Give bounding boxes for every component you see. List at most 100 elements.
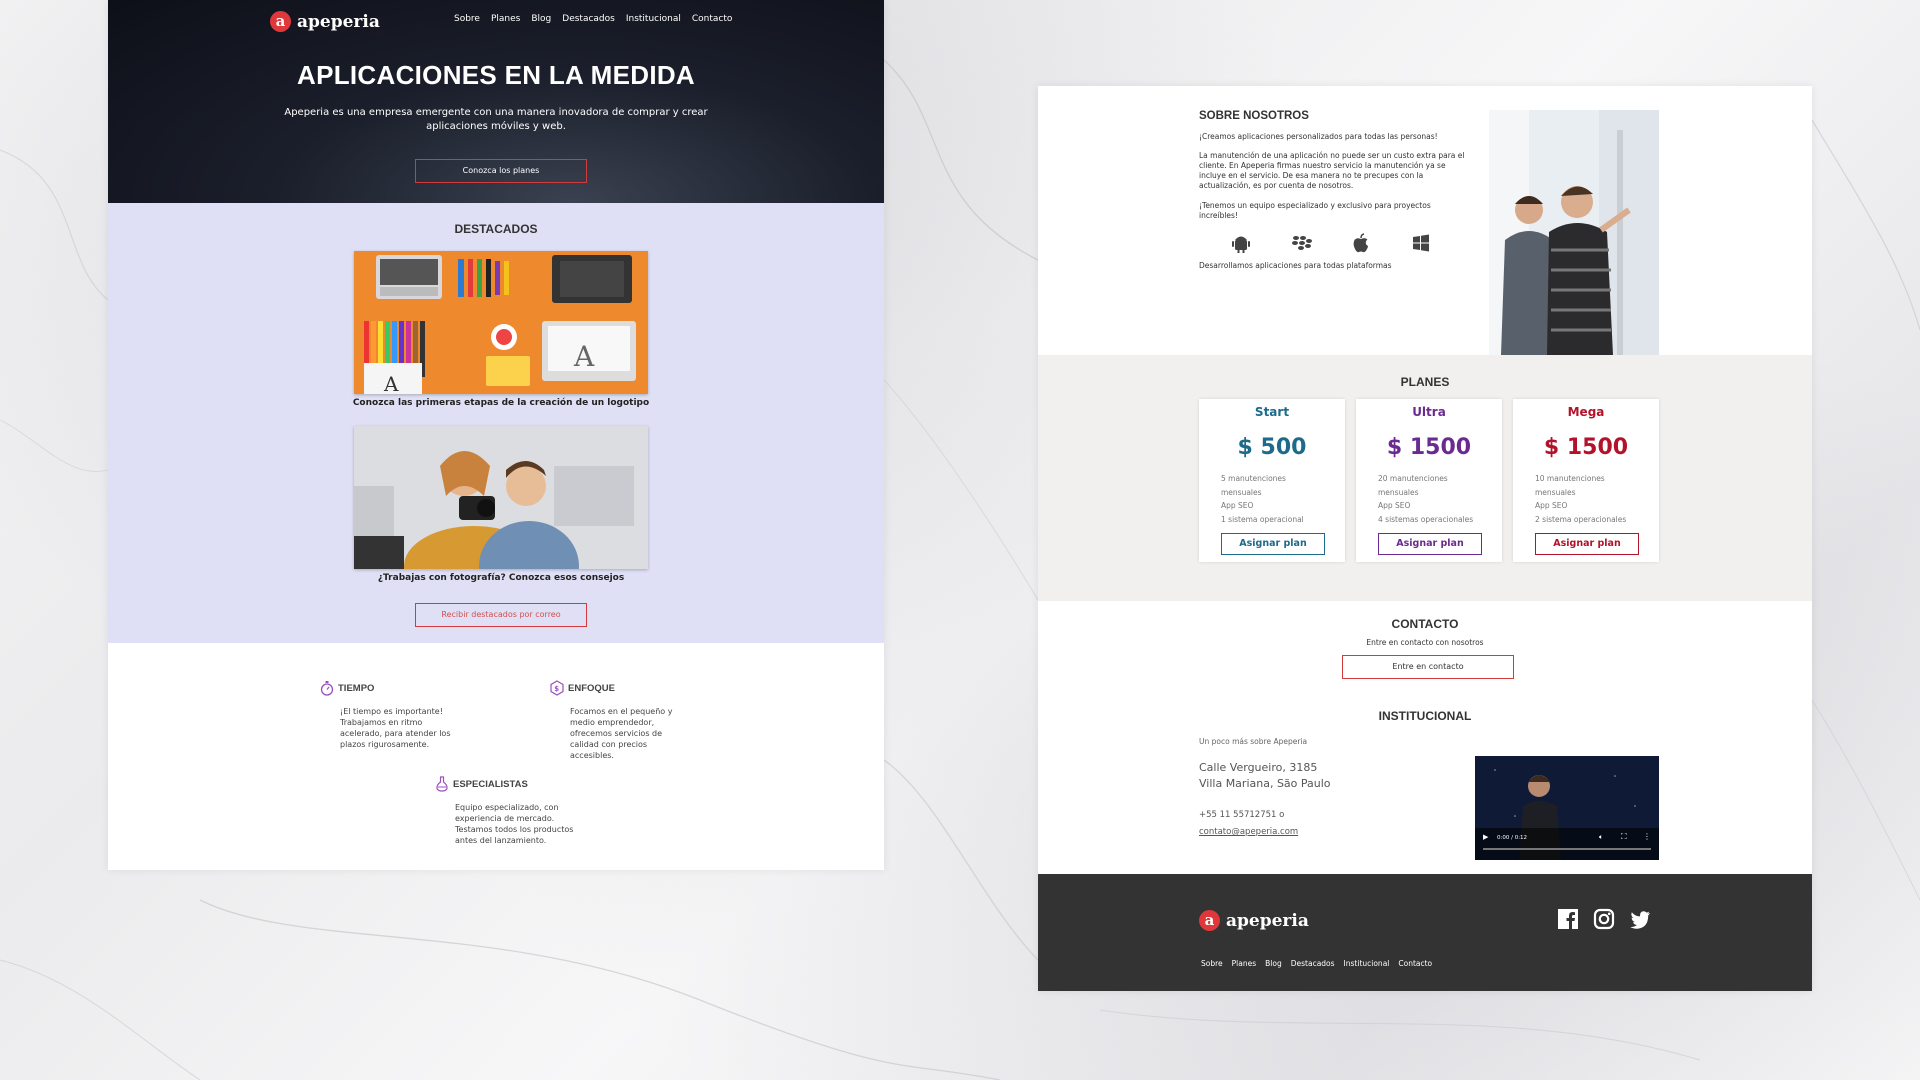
plan-feature: App SEO — [1221, 501, 1254, 510]
plan-feature: 20 manutenciones — [1378, 474, 1448, 483]
feature-enfoque: $ ENFOQUE Focamos en el pequeño y medio … — [550, 680, 690, 761]
plan-feature: mensuales — [1221, 487, 1262, 497]
destacado-caption-fotografia[interactable]: ¿Trabajas con fotografía? Conozca esos c… — [314, 573, 688, 583]
recibir-destacados-button[interactable]: Recibir destacados por correo — [415, 603, 587, 627]
plan-price: $ 1500 — [1543, 435, 1629, 460]
phone: +55 11 55712751 o — [1199, 810, 1285, 820]
address-line-1: Calle Vergueiro, 3185 — [1199, 761, 1318, 774]
cta-conozca-planes-button[interactable]: Conozca los planes — [415, 159, 587, 183]
institutional-subtitle: Un poco más sobre Apeperia — [1199, 737, 1308, 746]
social-links — [1557, 908, 1651, 930]
nav-item-destacados[interactable]: Destacados — [562, 14, 615, 24]
fullscreen-icon[interactable]: ⛶ — [1621, 832, 1627, 842]
footer-nav-item-institucional[interactable]: Institucional — [1344, 959, 1390, 968]
instagram-icon[interactable] — [1593, 908, 1615, 930]
footer-nav-item-sobre[interactable]: Sobre — [1201, 959, 1223, 968]
nav-item-sobre[interactable]: Sobre — [454, 14, 480, 24]
right-page-preview: SOBRE NOSOTROS ¡Creamos aplicaciones per… — [1038, 86, 1812, 991]
plan-features: 5 manutenciones mensuales App SEO 1 sist… — [1221, 472, 1304, 526]
logo-design-thumbnail[interactable]: A A — [354, 251, 648, 394]
platform-icons — [1230, 232, 1432, 254]
more-options-icon[interactable]: ⋮ — [1643, 832, 1651, 841]
plan-price: $ 500 — [1237, 435, 1307, 460]
asignar-plan-ultra-button[interactable]: Asignar plan — [1378, 533, 1482, 555]
hero-section: a apeperia Sobre Planes Blog Destacados … — [108, 0, 884, 203]
about-paragraph-1: ¡Creamos aplicaciones personalizados par… — [1199, 132, 1438, 141]
plans-section: PLANES Start $ 500 5 manutenciones mensu… — [1038, 355, 1812, 601]
windows-icon — [1413, 234, 1429, 252]
footer-logo[interactable]: a apeperia — [1199, 910, 1309, 931]
svg-text:A: A — [573, 340, 595, 373]
address: Calle Vergueiro, 3185 Villa Mariana, São… — [1199, 760, 1331, 792]
plan-feature: App SEO — [1535, 501, 1568, 510]
nav-item-planes[interactable]: Planes — [491, 14, 520, 24]
blackberry-icon — [1292, 236, 1312, 250]
platforms-caption: Desarrollamos aplicaciones para todas pl… — [1199, 261, 1392, 270]
logo-text: apeperia — [297, 11, 380, 32]
plan-feature: mensuales — [1378, 487, 1419, 497]
feature-text: ¡El tiempo es importante! Trabajamos en … — [340, 707, 451, 749]
plan-features: 10 manutenciones mensuales App SEO 2 sis… — [1535, 472, 1626, 526]
footer-nav-item-blog[interactable]: Blog — [1265, 959, 1282, 968]
plan-price: $ 1500 — [1386, 435, 1472, 460]
top-nav: Sobre Planes Blog Destacados Institucion… — [454, 14, 732, 24]
footer-nav-item-planes[interactable]: Planes — [1232, 959, 1256, 968]
feature-title: ESPECIALISTAS — [453, 778, 528, 790]
stopwatch-icon — [320, 681, 334, 696]
institutional-title: INSTITUCIONAL — [1378, 709, 1472, 723]
feature-especialistas: ESPECIALISTAS Equipo especializado, con … — [435, 776, 575, 846]
plan-feature: 2 sistema operacionales — [1535, 514, 1627, 524]
hero-subtitle: Apeperia es una empresa emergente con un… — [284, 107, 708, 132]
nav-item-institucional[interactable]: Institucional — [626, 14, 681, 24]
twitter-icon[interactable] — [1629, 908, 1651, 930]
plan-card-start: Start $ 500 5 manutenciones mensuales Ap… — [1199, 399, 1345, 562]
svg-text:$: $ — [554, 685, 559, 693]
plans-title: PLANES — [1400, 375, 1450, 389]
contact-subtitle: Entre en contacto con nosotros — [1366, 638, 1484, 647]
play-icon[interactable]: ▶ — [1483, 833, 1488, 841]
footer-nav: Sobre Planes Blog Destacados Institucion… — [1201, 959, 1432, 968]
video-player[interactable]: ▶ 0:00 / 0:12 🔈︎ ⛶ ⋮ — [1475, 756, 1659, 860]
video-time: 0:00 / 0:12 — [1497, 835, 1528, 841]
asignar-plan-start-button[interactable]: Asignar plan — [1221, 533, 1325, 555]
plan-name: Mega — [1567, 405, 1605, 419]
entre-en-contacto-button[interactable]: Entre en contacto — [1342, 655, 1514, 679]
contact-title: CONTACTO — [1391, 617, 1459, 631]
apple-icon — [1353, 233, 1368, 253]
about-paragraph-3: ¡Tenemos un equipo especializado y exclu… — [1199, 201, 1431, 220]
email-link[interactable]: contato@apeperia.com — [1199, 827, 1298, 837]
plan-feature: mensuales — [1535, 487, 1576, 497]
about-title: SOBRE NOSOTROS — [1199, 110, 1309, 122]
plan-feature: 5 manutenciones — [1221, 474, 1286, 483]
asignar-plan-mega-button[interactable]: Asignar plan — [1535, 533, 1639, 555]
footer-logo-text: apeperia — [1226, 910, 1309, 931]
destacados-title: DESTACADOS — [454, 222, 538, 236]
footer-nav-item-contacto[interactable]: Contacto — [1398, 959, 1432, 968]
logo-mark-icon: a — [270, 11, 291, 32]
facebook-icon[interactable] — [1557, 908, 1579, 930]
plan-feature: 4 sistemas operacionales — [1378, 514, 1474, 524]
feature-text: Focamos en el pequeño y medio emprendedo… — [570, 707, 673, 760]
about-paragraph-2: La manutención de una aplicación no pued… — [1199, 151, 1465, 190]
left-page-preview: a apeperia Sobre Planes Blog Destacados … — [108, 0, 884, 870]
feature-tiempo: TIEMPO ¡El tiempo es importante! Trabaja… — [320, 680, 460, 750]
footer-nav-item-destacados[interactable]: Destacados — [1291, 959, 1335, 968]
logo[interactable]: a apeperia — [270, 11, 380, 32]
plan-feature: 1 sistema operacional — [1221, 514, 1304, 524]
video-frame — [1475, 756, 1659, 860]
footer: a apeperia Sobre Planes Blog Destacados … — [1038, 874, 1812, 991]
nav-item-contacto[interactable]: Contacto — [692, 14, 733, 24]
video-progress-bar[interactable] — [1483, 848, 1651, 850]
destacados-section: DESTACADOS A A Conozca las primeras etap… — [108, 203, 884, 643]
money-badge-icon: $ — [550, 680, 564, 696]
volume-icon[interactable]: 🔈︎ — [1599, 833, 1603, 842]
destacado-caption-logotipo[interactable]: Conozca las primeras etapas de la creaci… — [314, 398, 688, 408]
feature-text: Equipo especializado, con experiencia de… — [455, 803, 574, 845]
plan-feature: App SEO — [1378, 501, 1411, 510]
plan-name: Ultra — [1412, 405, 1446, 419]
photography-thumbnail[interactable] — [354, 426, 648, 569]
footer-logo-mark-icon: a — [1199, 910, 1220, 931]
android-icon — [1232, 236, 1250, 253]
feature-title: TIEMPO — [338, 682, 375, 694]
nav-item-blog[interactable]: Blog — [531, 14, 551, 24]
